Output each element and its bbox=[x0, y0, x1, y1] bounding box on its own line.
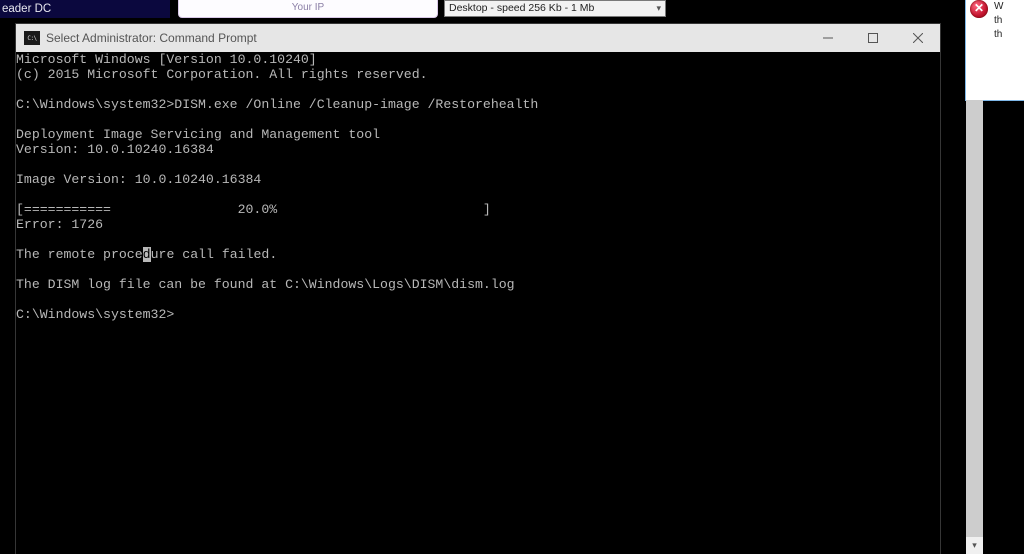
window-title: Select Administrator: Command Prompt bbox=[46, 31, 257, 45]
background-taskbar-fragment: eader DC bbox=[0, 0, 170, 18]
command-prompt-window: Select Administrator: Command Prompt Mic… bbox=[16, 24, 940, 554]
console-line: [=========== 20.0% ] bbox=[16, 202, 940, 217]
cmd-app-icon bbox=[24, 31, 40, 45]
console-line: Error: 1726 bbox=[16, 217, 940, 232]
page-scrollbar[interactable]: ▾ bbox=[966, 100, 983, 554]
console-line: (c) 2015 Microsoft Corporation. All righ… bbox=[16, 67, 940, 82]
console-line: C:\Windows\system32>DISM.exe /Online /Cl… bbox=[16, 97, 940, 112]
console-line bbox=[16, 187, 940, 202]
minimize-button[interactable] bbox=[805, 24, 850, 52]
maximize-button[interactable] bbox=[850, 24, 895, 52]
console-line: Deployment Image Servicing and Managemen… bbox=[16, 127, 940, 142]
chevron-down-icon: ▾ bbox=[656, 1, 661, 16]
scrollbar-down-arrow-icon[interactable]: ▾ bbox=[966, 537, 983, 554]
console-line bbox=[16, 157, 940, 172]
maximize-icon bbox=[868, 33, 878, 43]
console-line: The remote procedure call failed. bbox=[16, 247, 940, 262]
close-button[interactable] bbox=[895, 24, 940, 52]
popup-text-line: th bbox=[994, 28, 1024, 42]
text-cursor: d bbox=[143, 247, 151, 262]
console-output[interactable]: Microsoft Windows [Version 10.0.10240](c… bbox=[16, 52, 940, 554]
minimize-icon bbox=[823, 33, 833, 43]
popup-text-line: W bbox=[994, 0, 1024, 14]
background-card: Your IP bbox=[178, 0, 438, 18]
console-line bbox=[16, 262, 940, 277]
console-line bbox=[16, 292, 940, 307]
background-popup: ✕ W th th bbox=[965, 0, 1024, 101]
console-line: Microsoft Windows [Version 10.0.10240] bbox=[16, 52, 940, 67]
console-line bbox=[16, 112, 940, 127]
titlebar[interactable]: Select Administrator: Command Prompt bbox=[16, 24, 940, 52]
console-line bbox=[16, 232, 940, 247]
speed-dropdown[interactable]: Desktop - speed 256 Kb - 1 Mb ▾ bbox=[444, 0, 666, 17]
popup-text-line: th bbox=[994, 14, 1024, 28]
console-line bbox=[16, 82, 940, 97]
speed-dropdown-label: Desktop - speed 256 Kb - 1 Mb bbox=[449, 1, 594, 16]
error-circle-icon: ✕ bbox=[970, 0, 988, 18]
background-popup-text: W th th bbox=[994, 0, 1024, 42]
console-line: C:\Windows\system32> bbox=[16, 307, 940, 322]
scrollbar-thumb[interactable] bbox=[966, 100, 983, 537]
close-icon bbox=[913, 33, 923, 43]
console-line: The DISM log file can be found at C:\Win… bbox=[16, 277, 940, 292]
console-line: Version: 10.0.10240.16384 bbox=[16, 142, 940, 157]
background-card-label: Your IP bbox=[179, 2, 437, 13]
console-line: Image Version: 10.0.10240.16384 bbox=[16, 172, 940, 187]
